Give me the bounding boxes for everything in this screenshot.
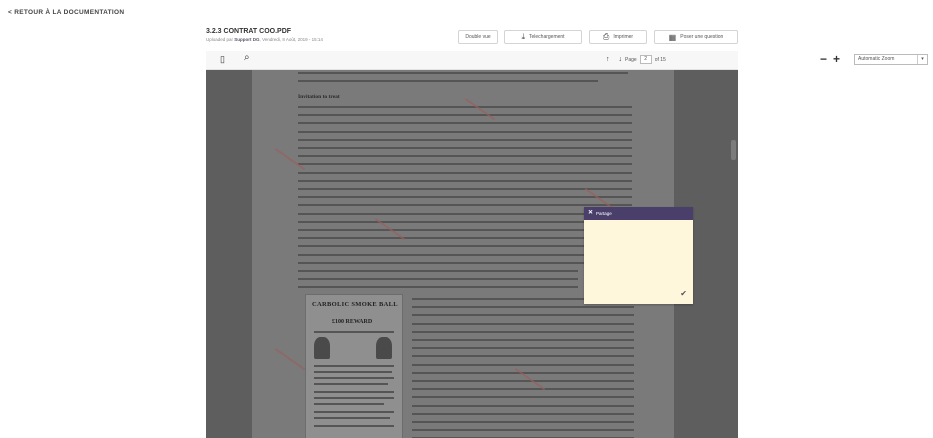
- pdf-text-line: [412, 413, 634, 415]
- print-label: Imprimer: [613, 34, 634, 40]
- pdf-text-line: [412, 396, 634, 398]
- back-to-documentation-link[interactable]: < RETOUR À LA DOCUMENTATION: [8, 9, 124, 16]
- pdf-text-line: [298, 72, 628, 74]
- zoom-value: Automatic Zoom: [858, 56, 895, 62]
- pdf-text-line: [298, 80, 598, 82]
- uploaded-prefix: Uploaded par: [206, 37, 234, 42]
- section-heading: Invitation to treat: [298, 94, 340, 100]
- pdf-text-line: [298, 188, 632, 190]
- document-title: 3.2.3 CONTRAT COO.PDF: [206, 28, 292, 35]
- pdf-text-line: [298, 122, 632, 124]
- upload-date: Vendredi, 8 Août, 2019 - 15:14: [262, 37, 323, 42]
- arrow-up-icon[interactable]: ↑: [606, 56, 610, 63]
- clip-line: [314, 425, 394, 427]
- watermark: ▬▬▬▬▬▬: [273, 146, 307, 172]
- clip-reward: £100 REWARD: [332, 319, 373, 325]
- pdf-text-line: [412, 405, 634, 407]
- clip-line: [314, 371, 392, 373]
- pdf-text-line: [298, 254, 632, 256]
- pdf-text-line: [412, 364, 634, 366]
- clip-line: [314, 411, 394, 413]
- pdf-text-line: [412, 421, 634, 423]
- zoom-select[interactable]: Automatic Zoom ▾: [854, 54, 928, 65]
- pdf-text-line: [412, 331, 634, 333]
- portrait-left: [314, 337, 330, 359]
- pdf-text-line: [298, 180, 632, 182]
- page-navigation: ↑ ↓ Page 2 of 15: [606, 55, 666, 64]
- clip-line: [314, 417, 390, 419]
- print-icon: ⎙: [602, 32, 610, 41]
- check-icon[interactable]: ✔: [680, 289, 687, 298]
- arrow-down-icon[interactable]: ↓: [619, 56, 623, 63]
- ask-question-button[interactable]: ▦ Poser une question: [654, 30, 738, 44]
- pdf-text-line: [298, 286, 578, 288]
- document-header: 3.2.3 CONTRAT COO.PDF Uploaded par Suppo…: [206, 28, 738, 48]
- page-total: of 15: [654, 56, 666, 63]
- pdf-text-line: [412, 380, 634, 382]
- pdf-text-line: [298, 155, 632, 157]
- pdf-text-line: [412, 314, 634, 316]
- viewer-toolbar: ▯ ⌕ ↑ ↓ Page 2 of 15 − + Automatic Zoom …: [206, 51, 928, 70]
- download-icon: ⤓: [521, 32, 525, 41]
- pdf-text-line: [298, 172, 632, 174]
- watermark: ▬▬▬▬▬▬: [463, 96, 497, 122]
- double-page-button[interactable]: Double vue: [458, 30, 498, 44]
- page-number-input[interactable]: 2: [639, 55, 652, 64]
- pdf-text-line: [298, 213, 632, 215]
- pdf-text-line: [298, 139, 632, 141]
- pdf-text-line: [298, 221, 632, 223]
- ask-question-label: Poser une question: [680, 34, 724, 40]
- clip-line: [314, 397, 394, 399]
- download-button[interactable]: ⤓ Telechargement: [504, 30, 582, 44]
- portrait-right: [376, 337, 392, 359]
- pdf-text-line: [298, 147, 632, 149]
- double-page-label: Double vue: [465, 34, 491, 40]
- pdf-text-line: [298, 204, 632, 206]
- pdf-text-line: [298, 237, 632, 239]
- pdf-text-line: [298, 245, 632, 247]
- search-icon[interactable]: ⌕: [244, 52, 250, 63]
- page-label: Page: [625, 56, 637, 63]
- pdf-text-line: [412, 339, 634, 341]
- print-button[interactable]: ⎙ Imprimer: [589, 30, 647, 44]
- plus-icon[interactable]: +: [833, 52, 840, 66]
- pdf-text-line: [298, 196, 632, 198]
- pdf-text-line: [298, 278, 578, 280]
- pdf-text-line: [298, 114, 632, 116]
- clip-headline: CARBOLIC SMOKE BALL: [312, 301, 398, 308]
- note-header: ✕ Partage: [584, 207, 693, 220]
- newspaper-advertisement: CARBOLIC SMOKE BALL £100 REWARD: [305, 294, 403, 438]
- pdf-text-line: [298, 163, 632, 165]
- pdf-text-line: [412, 306, 634, 308]
- chevron-down-icon: ▾: [917, 55, 927, 64]
- pdf-text-line: [298, 229, 632, 231]
- pdf-text-line: [412, 347, 634, 349]
- pdf-text-line: [412, 388, 634, 390]
- clip-line: [314, 331, 394, 333]
- sidebar-toggle-icon[interactable]: ▯: [220, 54, 225, 65]
- note-label: Partage: [596, 211, 612, 216]
- download-label: Telechargement: [528, 34, 565, 40]
- pdf-text-line: [412, 355, 634, 357]
- document-upload-info: Uploaded par Support DG, Vendredi, 8 Aoû…: [206, 37, 323, 42]
- pdf-text-line: [298, 270, 578, 272]
- pdf-text-line: [298, 262, 632, 264]
- viewer-scrollbar[interactable]: [731, 140, 736, 160]
- sticky-note[interactable]: ✕ Partage ✔: [584, 207, 693, 304]
- pdf-text-line: [412, 429, 634, 431]
- clip-line: [314, 403, 384, 405]
- clip-line: [314, 377, 394, 379]
- watermark: ▬▬▬▬▬▬: [273, 346, 307, 372]
- pdf-text-line: [298, 131, 632, 133]
- clip-line: [314, 391, 394, 393]
- minus-icon[interactable]: −: [820, 52, 827, 66]
- close-icon[interactable]: ✕: [588, 207, 593, 220]
- question-icon: ▦: [668, 32, 677, 42]
- pdf-text-line: [412, 323, 634, 325]
- uploader-name[interactable]: Support DG: [234, 37, 259, 42]
- clip-line: [314, 365, 394, 367]
- pdf-text-line: [298, 106, 632, 108]
- clip-line: [314, 383, 388, 385]
